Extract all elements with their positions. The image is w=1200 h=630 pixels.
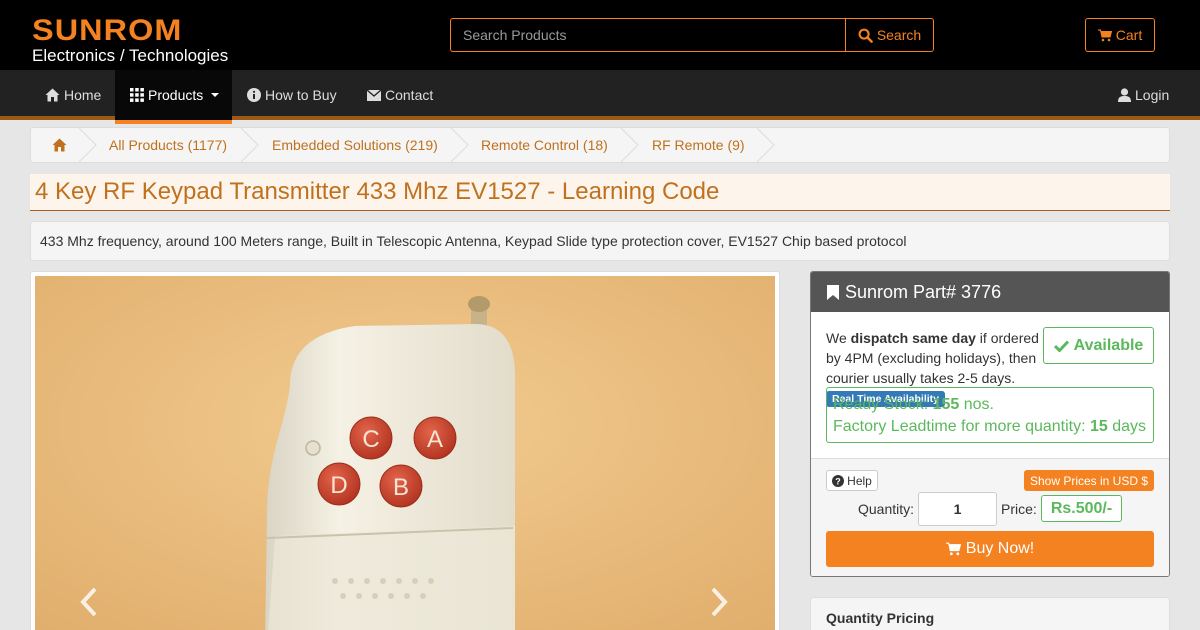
nav-item-products[interactable]: Products xyxy=(115,70,232,124)
availability-badge: Available xyxy=(1043,327,1154,364)
svg-text:?: ? xyxy=(835,476,841,486)
login-label: Login xyxy=(1135,87,1170,103)
search-input[interactable] xyxy=(450,18,845,52)
search-button-label: Search xyxy=(876,27,922,43)
help-button[interactable]: ? Help xyxy=(826,470,878,491)
dispatch-text: We xyxy=(826,330,851,346)
top-header: SUNROM Electronics / Technologies Search… xyxy=(0,0,1200,70)
quantity-label: Quantity: xyxy=(858,501,915,517)
chevron-right-icon xyxy=(711,587,728,617)
nav-item-label: How to Buy xyxy=(265,87,337,103)
availability-label: Available xyxy=(1073,336,1144,354)
home-icon xyxy=(52,138,67,152)
grid-icon xyxy=(130,88,144,102)
chevron-down-icon xyxy=(211,93,220,97)
nav-item-how-to-buy[interactable]: How to Buy xyxy=(247,70,337,120)
remote-illustration: C A D B xyxy=(35,276,775,630)
nav-item-label: Products xyxy=(148,87,204,103)
usd-prices-button[interactable]: Show Prices in USD $ xyxy=(1024,470,1154,491)
help-label: Help xyxy=(847,473,872,488)
part-header: Sunrom Part# 3776 xyxy=(811,272,1169,312)
search-icon xyxy=(858,28,873,43)
order-form: ? Help Show Prices in USD $ Quantity: Pr… xyxy=(811,458,1169,576)
breadcrumb-item[interactable]: RF Remote (9) xyxy=(652,128,745,162)
cart-button[interactable]: Cart xyxy=(1085,18,1155,52)
page-title: 4 Key RF Keypad Transmitter 433 Mhz EV15… xyxy=(30,174,1170,211)
breadcrumb-separator xyxy=(79,128,97,162)
ready-stock: Ready Stock: 155 nos. xyxy=(833,394,1153,416)
factory-leadtime: Factory Leadtime for more quantity: 15 d… xyxy=(833,416,1153,438)
leadtime-unit: days xyxy=(1107,418,1147,435)
quantity-input[interactable] xyxy=(918,492,997,526)
price-value: Rs.500/- xyxy=(1041,495,1122,522)
key-label: C xyxy=(362,426,379,453)
breadcrumb-separator xyxy=(757,128,775,162)
nav-item-home[interactable]: Home xyxy=(45,70,101,120)
home-icon xyxy=(45,88,60,102)
check-icon xyxy=(1053,339,1069,352)
price-label: Price: xyxy=(1001,501,1037,517)
login-link[interactable]: Login xyxy=(1118,70,1169,120)
question-icon: ? xyxy=(832,474,845,487)
dispatch-emphasis: dispatch same day xyxy=(850,330,976,346)
part-number: Sunrom Part# 3776 xyxy=(845,281,1002,302)
main-nav: Home Products How to Buy Contact Login xyxy=(0,70,1200,124)
logo-wordmark: SUNROM xyxy=(32,14,183,47)
carousel-next-button[interactable] xyxy=(709,582,729,627)
leadtime-label: Factory Leadtime for more quantity: xyxy=(833,418,1090,435)
product-image-carousel: C A D B xyxy=(30,271,780,630)
stock-label: Ready Stock: xyxy=(833,396,933,413)
stock-unit: nos. xyxy=(959,396,994,413)
nav-item-label: Home xyxy=(64,87,102,103)
quantity-pricing-title: Quantity Pricing xyxy=(826,610,935,626)
part-availability: We dispatch same day if ordered by 4PM (… xyxy=(811,312,1169,458)
nav-item-label: Contact xyxy=(385,87,434,103)
carousel-prev-button[interactable] xyxy=(79,582,99,627)
chevron-left-icon xyxy=(80,587,97,617)
stock-value: 155 xyxy=(932,396,960,413)
leadtime-value: 15 xyxy=(1090,418,1108,435)
key-label: B xyxy=(393,474,409,501)
logo[interactable]: SUNROM Electronics / Technologies xyxy=(32,16,232,66)
key-label: A xyxy=(427,426,443,453)
breadcrumb-separator xyxy=(241,128,259,162)
search-form: Search xyxy=(450,18,934,52)
breadcrumb: All Products (1177) Embedded Solutions (… xyxy=(30,127,1170,163)
breadcrumb-separator xyxy=(621,128,639,162)
info-icon xyxy=(247,88,261,102)
quantity-pricing-panel: Quantity Pricing xyxy=(810,597,1170,630)
logo-tagline: Electronics / Technologies xyxy=(32,46,229,65)
buy-now-button[interactable]: Buy Now! xyxy=(826,531,1154,567)
stock-info: Ready Stock: 155 nos. Factory Leadtime f… xyxy=(826,387,1154,443)
product-description: 433 Mhz frequency, around 100 Meters ran… xyxy=(30,221,1170,261)
breadcrumb-item[interactable]: Remote Control (18) xyxy=(481,128,608,162)
envelope-icon xyxy=(367,89,381,101)
breadcrumb-item[interactable]: Embedded Solutions (219) xyxy=(272,128,438,162)
product-photo: C A D B xyxy=(35,276,775,630)
breadcrumb-item[interactable]: All Products (1177) xyxy=(109,128,227,162)
breadcrumb-separator xyxy=(451,128,469,162)
buy-now-label: Buy Now! xyxy=(965,540,1035,557)
part-info-panel: Sunrom Part# 3776 We dispatch same day i… xyxy=(810,271,1170,577)
user-icon xyxy=(1118,88,1131,102)
cart-label: Cart xyxy=(1115,27,1143,43)
cart-icon xyxy=(945,542,961,556)
breadcrumb-home[interactable] xyxy=(52,128,67,162)
cart-icon xyxy=(1097,29,1112,41)
key-label: D xyxy=(330,472,347,499)
nav-item-contact[interactable]: Contact xyxy=(367,70,433,120)
search-button[interactable]: Search xyxy=(845,18,934,52)
bookmark-icon xyxy=(827,284,839,300)
